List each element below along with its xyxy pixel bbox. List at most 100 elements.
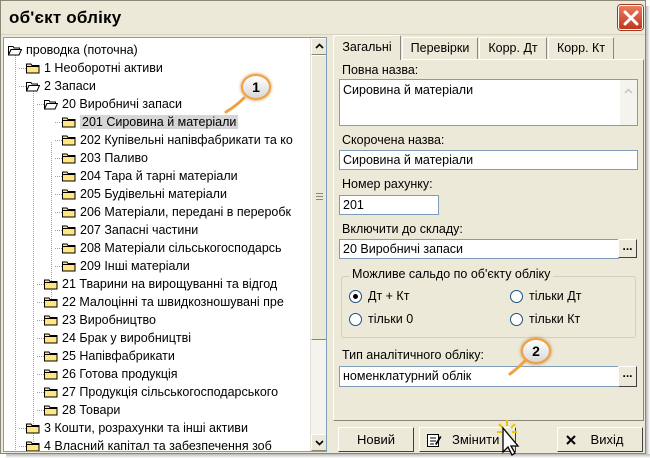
tree-item[interactable]: 4 Власний капітал та забезпечення зоб [26, 437, 272, 452]
full-name-scrollbar[interactable] [620, 80, 637, 125]
tree-item[interactable]: 203 Паливо [62, 149, 148, 167]
tree-item-label: 4 Власний капітал та забезпечення зоб [44, 439, 272, 452]
tree-item[interactable]: 26 Готова продукція [44, 365, 178, 383]
window-title: об'єкт обліку [9, 8, 122, 27]
tree-item[interactable]: 208 Матеріали сільськогосподарсь [62, 239, 282, 257]
scroll-down-button[interactable] [311, 434, 326, 451]
include-into-label: Включити до складу: [342, 222, 463, 236]
include-into-browse-button[interactable]: ... [618, 239, 637, 258]
balance-group-title: Можливе сальдо по об'єкту обліку [349, 267, 554, 281]
tree-item[interactable]: 209 Інші матеріали [62, 257, 190, 275]
folder-icon [44, 351, 58, 362]
folder-icon [26, 441, 40, 451]
tree-item-label: 26 Готова продукція [62, 367, 178, 381]
full-name-value: Сировина й матеріали [343, 83, 474, 97]
exit-button[interactable]: Вихід [557, 427, 643, 452]
title-bar[interactable]: об'єкт обліку [1, 1, 645, 35]
folder-open-icon [44, 99, 58, 110]
radio-only-zero-label: тільки 0 [368, 312, 414, 326]
tree-item[interactable]: 27 Продукція сільськогосподарського [44, 383, 278, 401]
account-number-field[interactable]: 201 [339, 195, 439, 215]
arrow-up-icon [315, 43, 324, 49]
folder-icon [62, 135, 76, 146]
radio-dt-kt[interactable] [349, 290, 362, 303]
tree-item-label: 20 Виробничі запаси [62, 97, 183, 111]
account-tree[interactable]: проводка (поточна) 1 Необоротні активи 2 З… [3, 37, 327, 452]
tree-item[interactable]: 24 Брак у виробництві [44, 329, 191, 347]
folder-icon [62, 261, 76, 272]
include-into-field[interactable]: 20 Виробничі запаси [339, 239, 619, 259]
radio-only-zero[interactable] [349, 313, 362, 326]
tab-corr-dt[interactable]: Корр. Дт [479, 37, 547, 59]
pane-splitter[interactable] [327, 37, 332, 452]
tree-item[interactable]: 28 Товари [44, 401, 120, 419]
exit-button-label: Вихід [590, 432, 624, 447]
tree-item[interactable]: 23 Виробництво [44, 311, 156, 329]
arrow-up-icon [624, 88, 633, 94]
edit-icon [427, 434, 442, 447]
tree-item-label: 203 Паливо [80, 151, 148, 165]
short-name-field[interactable]: Сировина й матеріали [339, 150, 638, 170]
tree-item-label: 1 Необоротні активи [44, 61, 163, 75]
tree-item[interactable]: 206 Матеріали, передані в переробк [62, 203, 291, 221]
tree-item-label: 205 Будівельні матеріали [80, 187, 227, 201]
balance-groupbox [341, 276, 636, 338]
analytics-type-field[interactable]: номенклатурний облік [339, 366, 619, 387]
tree-item-label: 206 Матеріали, передані в переробк [80, 205, 292, 219]
tab-general[interactable]: Загальні [333, 35, 401, 60]
account-number-label: Номер рахунку: [342, 177, 433, 191]
folder-icon [62, 243, 76, 254]
tree-item-label: 3 Кошти, розрахунки та інші активи [44, 421, 248, 435]
folder-icon [62, 153, 76, 164]
close-button[interactable] [618, 5, 643, 30]
short-name-label: Скорочена назва: [342, 133, 445, 147]
tree-item[interactable]: 201 Сировина й матеріали [62, 113, 239, 131]
tree-item[interactable]: 202 Купівельні напівфабрикати та ко [62, 131, 293, 149]
folder-icon [44, 369, 58, 380]
tree-item-label: 22 Малоцінні та швидкозношувані пре [62, 295, 284, 309]
tree-item-label: 23 Виробництво [62, 313, 156, 327]
folder-icon [62, 189, 76, 200]
tab-corr-kt[interactable]: Корр. Кт [548, 37, 614, 59]
radio-only-kt[interactable] [510, 313, 523, 326]
tree-item[interactable]: 22 Малоцінні та швидкозношувані пре [44, 293, 284, 311]
tab-checks[interactable]: Перевірки [402, 37, 478, 59]
mouse-cursor-icon [497, 420, 520, 456]
scroll-up-button[interactable] [311, 38, 326, 55]
tree-item-label: 202 Купівельні напівфабрикати та ко [80, 133, 293, 147]
tree-item-label: 2 Запаси [44, 79, 96, 93]
tree-item[interactable]: проводка (поточна) [8, 41, 138, 59]
tree-item[interactable]: 207 Запасні частини [62, 221, 198, 239]
tree-item[interactable]: 204 Тара й тарні матеріали [62, 167, 238, 185]
callout-2-pointer [508, 358, 528, 376]
tree-item[interactable]: 205 Будівельні матеріали [62, 185, 227, 203]
folder-icon [26, 63, 40, 74]
tree-item[interactable]: 25 Напівфабрикати [44, 347, 175, 365]
new-button[interactable]: Новий [338, 427, 414, 452]
tree-item-label: 207 Запасні частини [80, 223, 199, 237]
tree-item-label: 21 Тварини на вирощуванні та відгод [62, 277, 278, 291]
folder-icon [44, 279, 58, 290]
tree-item-label: 204 Тара й тарні матеріали [80, 169, 238, 183]
x-icon [566, 435, 576, 445]
scroll-thumb[interactable] [311, 55, 326, 340]
tree-item-label: 27 Продукція сільськогосподарського [62, 385, 279, 399]
close-icon [623, 10, 639, 26]
tree-item-label: 28 Товари [62, 403, 121, 417]
tree-item[interactable]: 2 Запаси [26, 77, 96, 95]
folder-icon [44, 333, 58, 344]
tree-item[interactable]: 1 Необоротні активи [26, 59, 163, 77]
tree-item[interactable]: 3 Кошти, розрахунки та інші активи [26, 419, 248, 437]
tree-item[interactable]: 21 Тварини на вирощуванні та відгод [44, 275, 277, 293]
tree-vertical-scrollbar[interactable] [310, 38, 326, 451]
tree-item-label: 208 Матеріали сільськогосподарсь [80, 241, 282, 255]
radio-only-dt[interactable] [510, 290, 523, 303]
tree-item-label: 209 Інші матеріали [80, 259, 190, 273]
radio-dt-kt-label: Дт + Кт [368, 289, 410, 303]
tree-item-label: 201 Сировина й матеріали [80, 115, 239, 129]
folder-icon [62, 171, 76, 182]
full-name-label: Повна назва: [342, 63, 419, 77]
analytics-type-browse-button[interactable]: ... [618, 366, 637, 387]
tree-item[interactable]: 20 Виробничі запаси [44, 95, 182, 113]
full-name-field[interactable]: Сировина й матеріали [339, 79, 638, 126]
